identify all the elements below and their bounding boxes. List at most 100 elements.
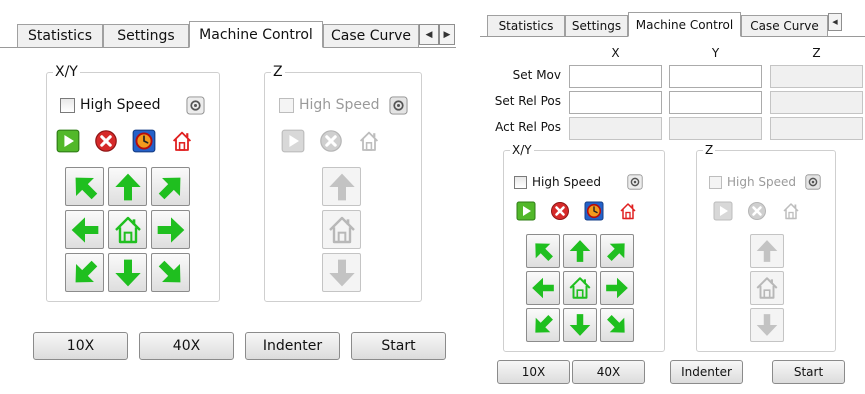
z-jog-pad: [750, 234, 784, 342]
start-button[interactable]: Start: [772, 360, 845, 384]
xy-stop-icon[interactable]: [94, 129, 118, 153]
arrow-left-icon: [532, 277, 554, 299]
z-high-speed-label: High Speed: [727, 175, 797, 189]
home-icon: [756, 277, 778, 299]
xy-jog-arrow-down-right-button[interactable]: [151, 253, 190, 292]
arrow-down-left-icon: [535, 315, 553, 333]
xy-jog-arrow-down-left-button[interactable]: [65, 253, 104, 292]
arrow-down-icon: [569, 314, 591, 336]
xy-jog-arrow-right-button[interactable]: [600, 271, 634, 305]
column-header-z: Z: [812, 46, 821, 60]
xy-stop-icon[interactable]: [550, 201, 570, 221]
xy-jog-arrow-up-left-button[interactable]: [65, 167, 104, 206]
z-stop-icon: [747, 201, 767, 221]
xy-jog-home-button[interactable]: [563, 271, 597, 305]
40x-button[interactable]: 40X: [139, 332, 234, 360]
set-mov-y-field[interactable]: [669, 65, 762, 88]
arrow-down-icon: [114, 259, 141, 286]
z-group: Z High Speed: [264, 65, 422, 302]
xy-high-speed-box: [60, 97, 75, 113]
xy-jog-arrow-up-right-button[interactable]: [600, 234, 634, 268]
tab-machine-control[interactable]: Machine Control: [628, 12, 741, 37]
xy-jog-arrow-down-left-button[interactable]: [526, 308, 560, 342]
act-rel-pos-y-field: [669, 117, 762, 140]
z-speed-settings-icon: [805, 174, 821, 190]
arrow-up-icon: [114, 173, 141, 200]
z-jog-arrow-down-button: [750, 308, 784, 342]
xy-jog-arrow-up-button[interactable]: [563, 234, 597, 268]
40x-button[interactable]: 40X: [572, 360, 645, 384]
xy-speed-settings-icon[interactable]: [627, 174, 643, 190]
indenter-button[interactable]: Indenter: [670, 360, 743, 384]
xy-group: X/Y High Speed: [46, 65, 220, 302]
xy-jog-arrow-up-button[interactable]: [108, 167, 147, 206]
arrow-up-left-icon: [535, 243, 553, 261]
xy-jog-pad: [526, 234, 634, 342]
xy-home-icon[interactable]: [618, 201, 638, 221]
xy-play-icon[interactable]: [56, 129, 80, 153]
10x-button[interactable]: 10X: [497, 360, 570, 384]
xy-high-speed-label: High Speed: [80, 97, 161, 113]
xy-jog-arrow-up-left-button[interactable]: [526, 234, 560, 268]
xy-jog-arrow-down-right-button[interactable]: [600, 308, 634, 342]
start-button[interactable]: Start: [351, 332, 446, 360]
xy-clock-icon[interactable]: [584, 201, 604, 221]
indenter-button[interactable]: Indenter: [245, 332, 340, 360]
z-play-icon: [281, 129, 305, 153]
tab-case-curve[interactable]: Case Curve: [323, 24, 419, 48]
tab-statistics[interactable]: Statistics: [487, 15, 565, 37]
arrow-down-right-icon: [607, 315, 625, 333]
xy-jog-pad: [65, 167, 190, 292]
set-rel-pos-y-field[interactable]: [669, 91, 762, 114]
tab-scroll-left-button[interactable]: ◀: [419, 24, 439, 45]
tab-bar: Statistics Settings Machine Control Case Cu…: [0, 0, 456, 48]
tab-settings[interactable]: Settings: [565, 15, 628, 37]
tab-settings[interactable]: Settings: [103, 24, 189, 48]
z-jog-arrow-up-button: [322, 167, 361, 206]
z-high-speed-box: [279, 97, 294, 113]
tab-statistics[interactable]: Statistics: [17, 24, 103, 48]
xy-home-icon[interactable]: [170, 129, 194, 153]
tab-machine-control[interactable]: Machine Control: [189, 21, 323, 48]
xy-group-label: X/Y: [510, 143, 534, 157]
xy-jog-arrow-down-button[interactable]: [108, 253, 147, 292]
machine-control-panel-large: Statistics Settings Machine Control Case Cu…: [0, 0, 456, 394]
xy-speed-settings-icon[interactable]: [186, 96, 205, 115]
z-jog-pad: [322, 167, 361, 292]
tab-case-curve[interactable]: Case Curve: [741, 15, 828, 37]
arrow-up-right-icon: [158, 177, 180, 199]
set-rel-pos-x-field[interactable]: [569, 91, 662, 114]
xy-jog-arrow-left-button[interactable]: [65, 210, 104, 249]
xy-clock-icon[interactable]: [132, 129, 156, 153]
tab-scroll-right-button[interactable]: ▶: [439, 24, 455, 45]
z-high-speed-checkbox: High Speed: [709, 175, 796, 189]
xy-jog-arrow-up-right-button[interactable]: [151, 167, 190, 206]
z-home-icon: [357, 129, 381, 153]
set-mov-x-field[interactable]: [569, 65, 662, 88]
xy-high-speed-checkbox[interactable]: High Speed: [514, 175, 601, 189]
arrow-up-icon: [328, 173, 355, 200]
xy-jog-arrow-left-button[interactable]: [526, 271, 560, 305]
xy-jog-arrow-down-button[interactable]: [563, 308, 597, 342]
act-rel-pos-x-field: [569, 117, 662, 140]
xy-group: X/Y High Speed: [503, 144, 665, 352]
set-mov-z-field: [770, 65, 863, 88]
xy-high-speed-label: High Speed: [532, 175, 602, 189]
z-group-label: Z: [703, 143, 716, 157]
xy-jog-arrow-right-button[interactable]: [151, 210, 190, 249]
xy-play-icon[interactable]: [516, 201, 536, 221]
xy-jog-home-button[interactable]: [108, 210, 147, 249]
z-jog-home-button: [750, 271, 784, 305]
z-stop-icon: [319, 129, 343, 153]
z-group-label: Z: [271, 64, 285, 80]
arrow-right-icon: [606, 277, 628, 299]
z-speed-settings-icon: [389, 96, 408, 115]
xy-high-speed-checkbox[interactable]: High Speed: [60, 97, 161, 113]
tab-scroll-left-button[interactable]: ◀: [828, 13, 842, 31]
z-play-icon: [713, 201, 733, 221]
arrow-down-left-icon: [75, 260, 97, 282]
home-icon: [569, 277, 591, 299]
z-group: Z High Speed: [696, 144, 836, 352]
arrow-up-icon: [569, 240, 591, 262]
10x-button[interactable]: 10X: [33, 332, 128, 360]
